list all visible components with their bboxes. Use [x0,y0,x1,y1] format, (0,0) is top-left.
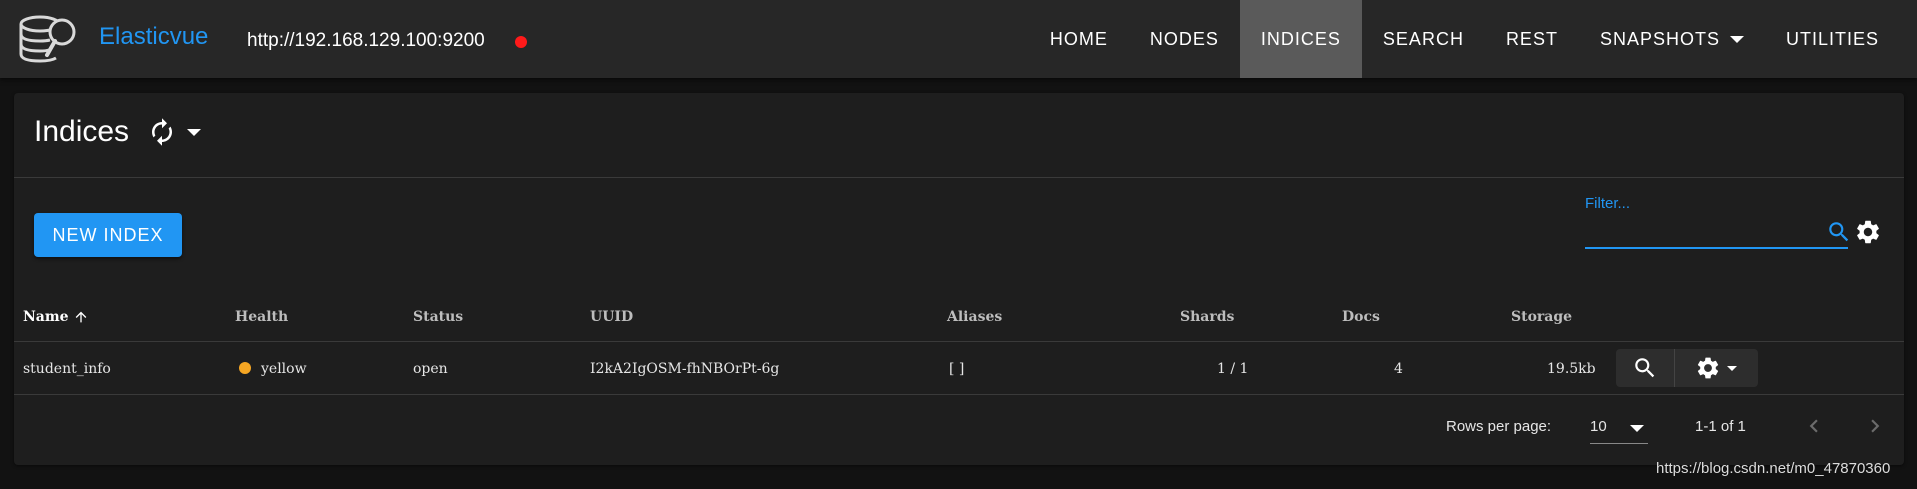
filter-field: Filter... [1585,195,1848,249]
nav-item-utilities[interactable]: UTILITIES [1765,0,1917,78]
column-header-status[interactable]: Status [413,309,463,325]
nav-item-label: UTILITIES [1785,28,1879,49]
row-actions [1616,349,1758,387]
app-bar: Elasticvue http://192.168.129.100:9200 H… [0,0,1917,78]
table-footer: Rows per page: 10 1-1 of 1 [14,395,1904,459]
table-header: Name Health Status UUID Aliases Shards D… [14,291,1904,342]
rows-per-page-value: 10 [1590,418,1607,435]
cell-health: yellow [239,361,307,377]
health-label: yellow [261,361,307,377]
cell-status: open [413,361,448,377]
main-nav: HOME NODES INDICES SEARCH REST SNAPSHOTS… [1029,0,1917,78]
nav-item-label: INDICES [1260,28,1341,49]
search-index-button[interactable] [1616,349,1675,387]
nav-item-snapshots[interactable]: SNAPSHOTS [1579,0,1765,78]
search-icon [1635,358,1654,378]
health-status-dot [239,362,251,374]
gear-icon [1698,357,1719,379]
rows-per-page-label: Rows per page: [1446,418,1552,435]
column-header-storage[interactable]: Storage [1511,309,1572,325]
filter-label: Filter... [1585,195,1631,212]
column-header-shards[interactable]: Shards [1180,309,1234,325]
filter-input[interactable] [1585,217,1819,245]
nav-item-label: SNAPSHOTS [1599,28,1720,49]
elasticvue-logo-icon [19,15,76,63]
rows-per-page-select[interactable]: 10 [1590,413,1648,444]
divider [14,177,1904,178]
filter-underline [1585,247,1848,249]
cell-docs: 4 [1394,361,1403,377]
brand-name[interactable]: Elasticvue [99,23,208,51]
indices-card: Indices NEW INDEX Filter... Name Health … [14,93,1904,465]
new-index-button[interactable]: NEW INDEX [34,213,182,257]
cell-storage: 19.5kb [1547,361,1596,377]
nav-item-nodes[interactable]: NODES [1129,0,1240,78]
chevron-right-icon[interactable] [1862,413,1888,439]
pagination-range: 1-1 of 1 [1695,418,1746,435]
nav-item-label: REST [1505,28,1558,49]
nav-item-rest[interactable]: REST [1485,0,1579,78]
cluster-status-dot [515,36,527,48]
chevron-down-icon [1729,35,1744,43]
chevron-down-icon [1630,425,1644,432]
nav-item-label: SEARCH [1382,28,1464,49]
column-header-aliases[interactable]: Aliases [947,309,1002,325]
column-header-uuid[interactable]: UUID [590,309,633,325]
nav-item-label: NODES [1149,28,1219,49]
page-title-row: Indices [34,115,202,149]
indices-table: Name Health Status UUID Aliases Shards D… [14,291,1904,395]
cluster-url[interactable]: http://192.168.129.100:9200 [247,30,485,52]
column-header-name[interactable]: Name [23,309,89,325]
column-header-docs[interactable]: Docs [1342,309,1380,325]
page-title: Indices [34,115,130,148]
nav-item-home[interactable]: HOME [1029,0,1129,78]
table-row: student_info yellow open I2kA2IgOSM-fhNB… [14,342,1904,395]
index-settings-button[interactable] [1675,349,1758,387]
chevron-down-icon [1727,365,1738,371]
cell-aliases: [ ] [949,361,965,377]
column-header-label: Name [23,309,69,325]
chevron-down-icon[interactable] [187,128,202,136]
search-icon[interactable] [1826,219,1852,245]
cell-uuid: I2kA2IgOSM-fhNBOrPt-6g [590,361,780,377]
nav-item-indices[interactable]: INDICES [1239,0,1362,78]
watermark: https://blog.csdn.net/m0_47870360 [1656,460,1891,477]
arrow-up-icon [75,311,86,323]
gear-icon[interactable] [1854,218,1882,246]
nav-item-label: HOME [1049,28,1108,49]
column-header-health[interactable]: Health [235,309,288,325]
cell-shards: 1 / 1 [1217,361,1249,377]
cell-name[interactable]: student_info [23,361,111,377]
reload-icon[interactable] [147,117,177,147]
nav-item-search[interactable]: SEARCH [1362,0,1485,78]
chevron-left-icon[interactable] [1801,413,1827,439]
